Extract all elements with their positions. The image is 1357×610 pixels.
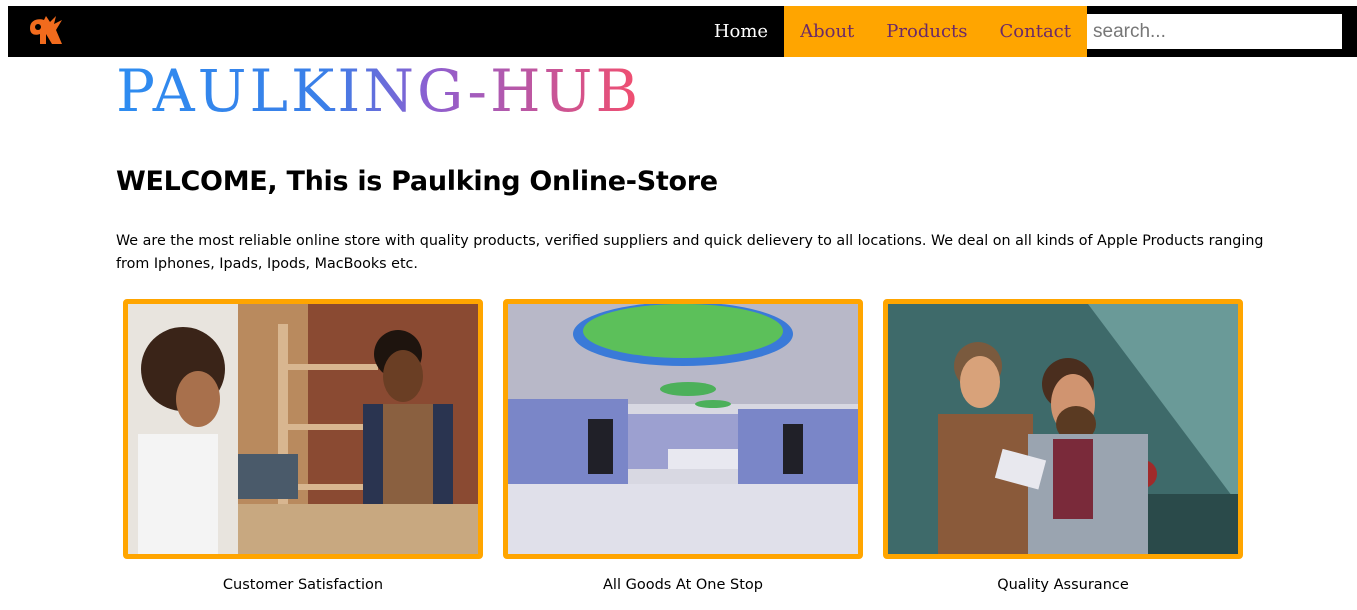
intro-paragraph: We are the most reliable online store wi…	[116, 233, 1264, 272]
card-customer-satisfaction: Customer Satisfaction	[123, 299, 483, 593]
card-caption: Customer Satisfaction	[222, 577, 384, 593]
paulking-logo-icon[interactable]	[26, 14, 64, 48]
brand-title: PAULKING-HUB	[116, 57, 642, 125]
card-all-goods: All Goods At One Stop	[503, 299, 863, 593]
nav-contact-link[interactable]: Contact	[984, 6, 1087, 57]
search-input[interactable]	[1087, 14, 1342, 49]
nav-about-link[interactable]: About	[784, 6, 870, 57]
welcome-heading: WELCOME, This is Paulking Online-Store	[116, 166, 718, 197]
nav-home-link[interactable]: Home	[698, 6, 784, 57]
card-caption: All Goods At One Stop	[603, 577, 763, 593]
card-quality-assurance: Quality Assurance	[883, 299, 1243, 593]
nav-products-link[interactable]: Products	[870, 6, 983, 57]
navbar: Home About Products Contact	[8, 6, 1357, 57]
shop-counter-photo	[123, 299, 483, 559]
nav-links: Home About Products Contact	[698, 6, 1087, 57]
store-interior-photo	[503, 299, 863, 559]
card-caption: Quality Assurance	[997, 577, 1129, 593]
nav-highlight-group: About Products Contact	[784, 6, 1087, 57]
men-with-tablet-photo	[883, 299, 1243, 559]
